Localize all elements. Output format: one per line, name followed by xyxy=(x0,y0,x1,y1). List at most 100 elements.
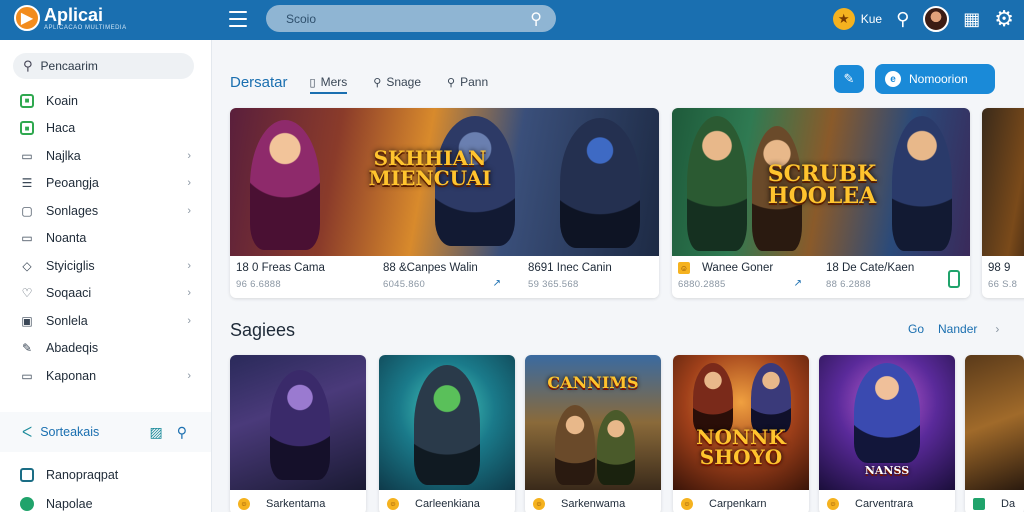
heart-icon: ♡ xyxy=(21,286,33,301)
e-icon: e xyxy=(885,71,901,87)
pen-icon: ✎ xyxy=(21,341,33,356)
game-artwork xyxy=(230,355,366,490)
sidebar-item-sonlages[interactable]: ▢ Sonlages › xyxy=(0,197,211,225)
sidebar-list: ■ Koain ■ Haca ▭ Najlka › ☰ Peoangja › ▢ Sonlag… xyxy=(0,87,211,390)
sidebar-item-label: Noanta xyxy=(46,231,87,246)
card-info: ☺ Carleenkiana xyxy=(379,494,515,512)
tab-label: Dersatar xyxy=(230,73,288,91)
app-subtitle: APLICACAO MULTIMEDIA xyxy=(44,24,127,31)
featured-card[interactable]: 98 9 66 S.8 xyxy=(982,108,1024,298)
emoji-icon: ☺ xyxy=(533,498,545,510)
tab-pann[interactable]: ⚲ Pann xyxy=(447,75,488,89)
game-meta: 59 365.568 xyxy=(528,279,579,290)
card-info: 18 De Cate/Kaen 88 6.2888 xyxy=(820,256,970,298)
user-menu[interactable]: ★ Kue xyxy=(832,8,883,30)
search-icon: ⚲ xyxy=(373,76,382,89)
game-card[interactable]: ☺ Sarkentama xyxy=(230,355,366,512)
sidebar-item-ranopraqpat[interactable]: Ranopraqpat xyxy=(0,460,211,489)
game-artwork: CANNIMS xyxy=(525,355,661,490)
user-label: Kue xyxy=(860,12,883,26)
sidebar-item-haca[interactable]: ■ Haca xyxy=(0,115,211,143)
main-content: Dersatar ▯ Mers ⚲ Snage ⚲ Pann ✎ e Nomoorio… xyxy=(212,40,1024,512)
sidebar-item-abadeqis[interactable]: ✎ Abadeqis xyxy=(0,335,211,363)
search-icon: ⚲ xyxy=(23,58,33,73)
sidebar-item-label: Haca xyxy=(46,121,76,136)
sidebar-bottom: Ranopraqpat Napolae xyxy=(0,460,211,512)
header-actions: ★ Kue ⚲ ▦ ⚙ xyxy=(819,5,1014,33)
sidebar-item-sonlela[interactable]: ▣ Sonlela › xyxy=(0,307,211,335)
game-title-art: NANSS xyxy=(864,464,910,477)
link-prefix-icon: Go xyxy=(908,322,925,336)
search-icon[interactable]: ⚲ xyxy=(177,424,187,441)
game-artwork xyxy=(379,355,515,490)
sidebar-item-soqaaci[interactable]: ♡ Soqaaci › xyxy=(0,280,211,308)
emoji-icon: ☺ xyxy=(681,498,693,510)
lock-icon: ▣ xyxy=(21,313,33,328)
game-name: Sarkentama xyxy=(266,498,326,510)
sidebar-search-label: Pencaarim xyxy=(40,59,98,73)
featured-card-info[interactable]: 18 De Cate/Kaen 88 6.2888 xyxy=(820,256,970,298)
bookmark-icon[interactable]: ▦ xyxy=(963,9,980,30)
avatar[interactable] xyxy=(923,6,950,32)
game-name: 18 De Cate/Kaen xyxy=(826,262,915,274)
game-title-art: SCRUBK HOOLEA xyxy=(767,161,877,209)
edit-icon[interactable]: ▨ xyxy=(150,424,163,441)
external-link-icon[interactable]: ↗ xyxy=(794,278,802,289)
see-more-link[interactable]: Go Nander › xyxy=(908,322,999,336)
primary-button-label: Nomoorion xyxy=(909,72,968,86)
game-card[interactable]: NANSS ☺ Carventrara xyxy=(819,355,955,512)
sidebar-item-styiciglis[interactable]: ◇ Styiciglis › xyxy=(0,252,211,280)
game-name: 98 9 xyxy=(988,262,1011,274)
card-info: 8691 Inec Canin 59 365.568 xyxy=(522,256,659,298)
primary-action-button[interactable]: e Nomoorion xyxy=(875,64,995,94)
chevron-right-icon: › xyxy=(187,259,191,272)
sidebar-item-label: Koain xyxy=(46,93,78,108)
tab-dersatar[interactable]: Dersatar xyxy=(230,74,288,91)
search-icon[interactable]: ⚲ xyxy=(896,9,909,30)
app-logo[interactable]: ▶ Aplicai APLICACAO MULTIMEDIA xyxy=(14,5,127,31)
phone-icon[interactable] xyxy=(948,270,960,288)
game-artwork xyxy=(982,108,1024,256)
app-title: Aplicai xyxy=(44,4,104,25)
sidebar-item-peoangja[interactable]: ☰ Peoangja › xyxy=(0,170,211,198)
game-card[interactable]: ☺ Carleenkiana xyxy=(379,355,515,512)
tag-icon: ᐸ xyxy=(22,423,33,440)
card-info: ☺ Carventrara xyxy=(819,494,955,512)
sidebar-section[interactable]: ᐸ Sorteakais ▨ ⚲ xyxy=(0,412,211,452)
sidebar-search[interactable]: ⚲ Pencaarim xyxy=(13,53,194,79)
logo-icon: ▶ xyxy=(14,5,40,31)
tab-mers[interactable]: ▯ Mers xyxy=(309,75,348,94)
sidebar-item-najlka[interactable]: ▭ Najlka › xyxy=(0,142,211,170)
menu-icon[interactable] xyxy=(229,11,247,27)
sidebar-item-label: Najlka xyxy=(46,148,81,163)
link-button[interactable]: ✎ xyxy=(834,65,864,93)
sidebar-item-noanta[interactable]: ▭ Noanta xyxy=(0,225,211,253)
external-link-icon[interactable]: ↗ xyxy=(493,278,501,289)
card-info: ☺ Sarkentama xyxy=(230,494,366,512)
game-card[interactable]: CANNIMS ☺ Sarkenwama xyxy=(525,355,661,512)
chevron-right-icon: › xyxy=(995,322,1000,336)
sidebar-item-label: Soqaaci xyxy=(46,286,92,301)
featured-card-info[interactable]: 88 &Canpes Walin 6045.860 ↗ xyxy=(377,256,511,298)
game-card[interactable]: NONNK SHOYO ☺ Carpenkarn xyxy=(673,355,809,512)
search-icon[interactable]: ⚲ xyxy=(530,9,542,29)
sidebar-item-label: Peoangja xyxy=(46,176,99,191)
sidebar-item-koain[interactable]: ■ Koain xyxy=(0,87,211,115)
logo-text: Aplicai APLICACAO MULTIMEDIA xyxy=(44,6,127,31)
search-input[interactable] xyxy=(286,11,531,26)
sidebar-item-napolae[interactable]: Napolae xyxy=(0,489,211,512)
game-name: Carventrara xyxy=(855,498,914,510)
tab-snage[interactable]: ⚲ Snage xyxy=(373,75,421,89)
green-square-icon: ■ xyxy=(20,93,34,108)
sidebar-item-kaponan[interactable]: ▭ Kaponan › xyxy=(0,362,211,390)
game-card[interactable]: Da xyxy=(965,355,1024,512)
square-icon xyxy=(20,467,34,482)
chevron-right-icon: › xyxy=(187,314,191,327)
game-meta: 66 S.8 xyxy=(988,279,1018,290)
gear-icon[interactable]: ⚙ xyxy=(994,6,1014,32)
card-info: ☺ Carpenkarn xyxy=(673,494,809,512)
sidebar-item-label: Sonlela xyxy=(46,313,88,328)
link-icon: ✎ xyxy=(843,71,855,86)
featured-card-info[interactable]: 8691 Inec Canin 59 365.568 xyxy=(522,256,659,298)
game-title-art: CANNIMS xyxy=(547,373,639,392)
